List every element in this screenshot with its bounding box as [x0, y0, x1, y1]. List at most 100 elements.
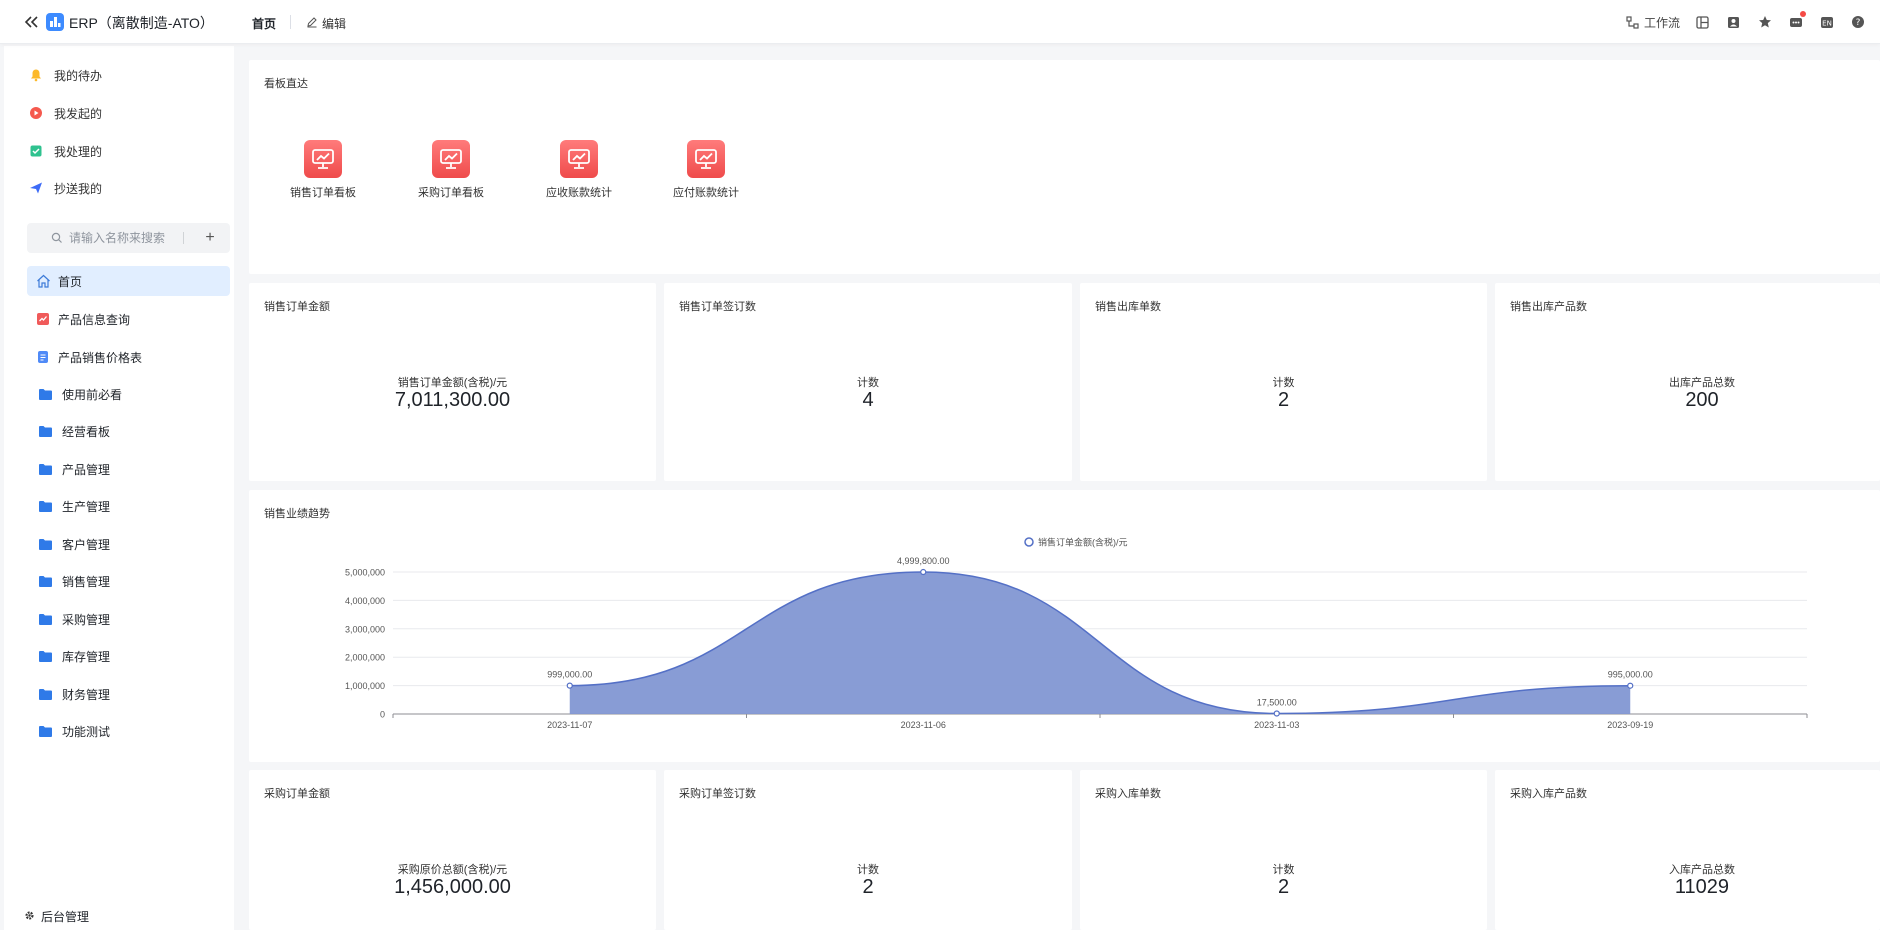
folder-icon: [37, 573, 53, 589]
stat-value: 7,011,300.00: [394, 389, 511, 411]
todo-cc-me[interactable]: 抄送我的: [28, 178, 102, 198]
menu-item-inventory-mgmt[interactable]: 库存管理: [27, 641, 230, 671]
stat-card-purchase-inbound-count: 采购入库单数 计数 2: [1080, 770, 1487, 930]
svg-text:?: ?: [1855, 18, 1860, 28]
add-menu-button[interactable]: +: [200, 228, 220, 248]
y-tick-label: 5,000,000: [345, 568, 385, 578]
contacts-icon[interactable]: [1725, 14, 1742, 31]
legend-marker: [1024, 537, 1034, 547]
x-tick-label: 2023-11-06: [901, 720, 946, 730]
workflow-button[interactable]: 工作流: [1624, 14, 1680, 31]
help-icon[interactable]: ?: [1849, 14, 1866, 31]
todo-label: 我的待办: [54, 68, 103, 83]
message-icon[interactable]: [1787, 10, 1806, 31]
nav-edit-label: 编辑: [322, 17, 347, 31]
y-tick-label: 3,000,000: [345, 624, 385, 634]
search-input[interactable]: [69, 231, 189, 245]
stat-label: 出库产品总数: [1669, 377, 1735, 389]
stat-value: 2: [862, 876, 874, 898]
stat-card-title: 销售订单金额: [264, 301, 330, 313]
trend-chart-card: 销售业绩趋势 0 1,000,000 2,000,000 3,000,000 4,000…: [249, 490, 1880, 762]
data-point: [1627, 682, 1634, 689]
board-item-purchase-order[interactable]: 采购订单看板: [411, 140, 491, 200]
todo-my-pending[interactable]: 我的待办: [28, 65, 102, 85]
menu-item-home[interactable]: 首页: [27, 266, 230, 296]
board-item-payable[interactable]: 应付账款统计: [666, 140, 746, 200]
nav-home-tab[interactable]: 首页: [252, 15, 276, 32]
menu-item-business-board[interactable]: 经营看板: [27, 416, 230, 446]
nav-edit-button[interactable]: 编辑: [306, 15, 346, 32]
stat-label: 计数: [857, 864, 879, 876]
menu-item-finance-mgmt[interactable]: 财务管理: [27, 679, 230, 709]
menu-label: 采购管理: [62, 612, 111, 627]
admin-link[interactable]: 后台管理: [24, 908, 89, 925]
stat-card-title: 采购入库单数: [1095, 788, 1161, 800]
notification-dot: [1800, 10, 1806, 17]
folder-icon: [37, 461, 53, 477]
folder-icon: [37, 686, 53, 702]
folder-icon: [37, 611, 53, 627]
menu-label: 产品销售价格表: [58, 350, 143, 365]
gear-icon: [24, 910, 35, 924]
language-icon[interactable]: EN: [1818, 14, 1835, 31]
folder-icon: [37, 498, 53, 514]
menu-item-production-mgmt[interactable]: 生产管理: [27, 491, 230, 521]
stat-card-purchase-amount: 采购订单金额 采购原价总额(含税)/元 1,456,000.00: [249, 770, 656, 930]
trend-chart: 0 1,000,000 2,000,000 3,000,000 4,000,000 5,0…: [345, 537, 1808, 730]
menu-label: 经营看板: [62, 424, 111, 439]
menu-item-product-query[interactable]: 产品信息查询: [27, 304, 230, 334]
app-title[interactable]: ERP（离散制造-ATO）: [69, 13, 214, 33]
stat-value: 1,456,000.00: [394, 876, 511, 898]
folder-icon: [37, 648, 53, 664]
search-box: +: [27, 223, 230, 253]
legend-label: 销售订单金额(含税)/元: [1038, 537, 1128, 548]
svg-text:EN: EN: [1822, 19, 1832, 27]
menu-label: 客户管理: [62, 537, 111, 552]
stat-label: 计数: [1272, 377, 1295, 389]
send-icon: [28, 180, 44, 196]
menu-item-product-mgmt[interactable]: 产品管理: [27, 454, 230, 484]
stat-value: 11029: [1674, 876, 1730, 898]
board-item-label: 应付账款统计: [673, 187, 739, 199]
sidebar: 我的待办 我发起的 我处理的 抄送我的 + 首页 产: [4, 46, 234, 930]
board-item-sales-order[interactable]: 销售订单看板: [283, 140, 363, 200]
stat-value: 4: [862, 389, 874, 411]
todo-label: 我处理的: [54, 144, 103, 159]
x-tick-label: 2023-09-19: [1607, 720, 1653, 730]
menu-item-read-first[interactable]: 使用前必看: [27, 379, 230, 409]
menu-item-purchase-mgmt[interactable]: 采购管理: [27, 604, 230, 634]
document-icon: [35, 349, 51, 365]
menu-item-price-list[interactable]: 产品销售价格表: [27, 342, 230, 372]
layout-icon[interactable]: [1694, 14, 1711, 31]
board-item-label: 应收账款统计: [546, 187, 612, 199]
stat-label: 计数: [1272, 864, 1295, 876]
stat-value: 2: [1277, 389, 1290, 411]
stat-label: 计数: [857, 377, 879, 389]
bell-icon: [28, 67, 44, 83]
data-label: 4,999,800.00: [897, 556, 950, 566]
top-bar: ERP（离散制造-ATO） 首页 编辑 工作流 EN ?: [0, 0, 1880, 44]
menu-item-sales-mgmt[interactable]: 销售管理: [27, 566, 230, 596]
folder-icon: [37, 723, 53, 739]
menu-label: 销售管理: [62, 574, 111, 589]
board-card: 看板直达 销售订单看板 采购订单看板 应收账款统计 应付账款统计: [249, 60, 1880, 274]
stat-card-sales-outbound-products: 销售出库产品数 出库产品总数 200: [1495, 283, 1880, 481]
stat-label: 采购原价总额(含税)/元: [397, 864, 508, 876]
todo-my-handled[interactable]: 我处理的: [28, 141, 102, 161]
search-icon: [51, 232, 63, 244]
todo-my-initiated[interactable]: 我发起的: [28, 103, 102, 123]
y-tick-label: 0: [380, 710, 385, 720]
menu-item-customer-mgmt[interactable]: 客户管理: [27, 529, 230, 559]
menu-label: 财务管理: [62, 687, 111, 702]
collapse-sidebar-icon[interactable]: [22, 12, 40, 32]
board-item-receivable[interactable]: 应收账款统计: [539, 140, 619, 200]
stat-value: 200: [1685, 389, 1719, 411]
dashboard-icon: [560, 140, 598, 178]
board-item-label: 销售订单看板: [290, 187, 356, 199]
star-icon[interactable]: [1756, 14, 1773, 31]
dashboard-icon: [687, 140, 725, 178]
stat-card-title: 采购订单金额: [264, 788, 330, 800]
dashboard-icon: [432, 140, 470, 178]
todo-label: 抄送我的: [54, 181, 103, 196]
menu-item-function-test[interactable]: 功能测试: [27, 716, 230, 746]
